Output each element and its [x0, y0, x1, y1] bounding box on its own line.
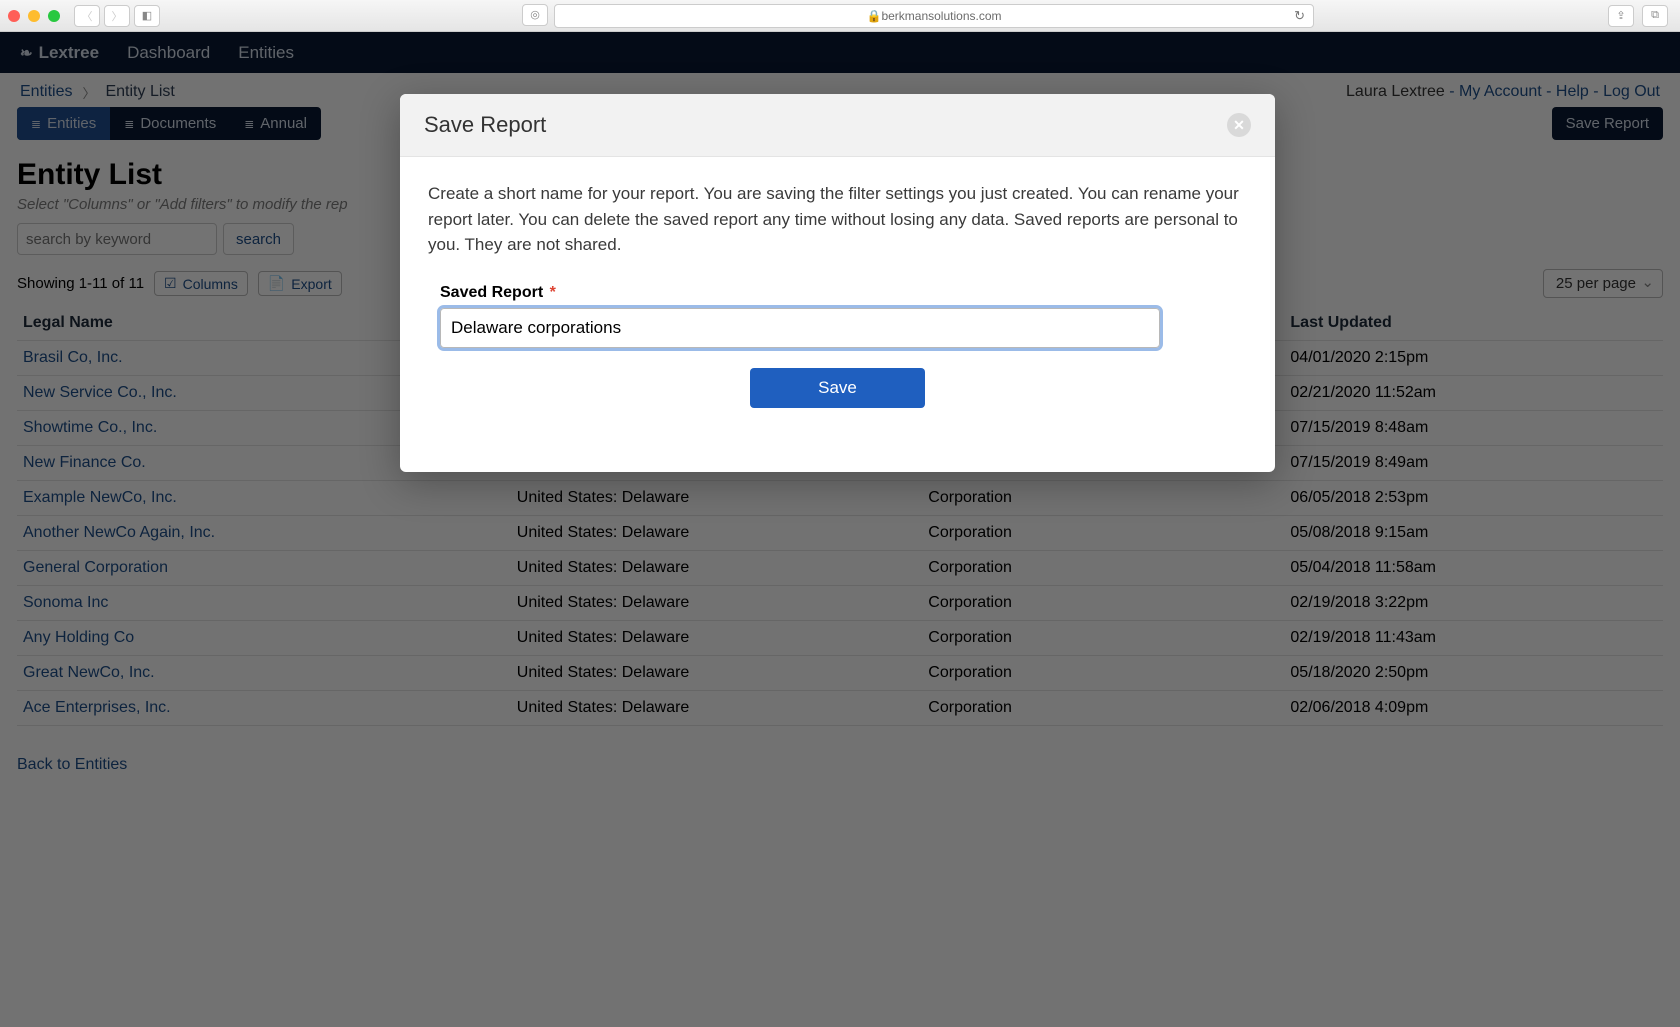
- reader-icon[interactable]: ◎: [522, 4, 548, 26]
- saved-report-input[interactable]: [440, 308, 1160, 348]
- reload-icon[interactable]: ↻: [1294, 8, 1305, 24]
- forward-button[interactable]: 〉: [104, 5, 130, 27]
- lock-icon: 🔒: [866, 9, 881, 23]
- modal-body: Create a short name for your report. You…: [400, 157, 1275, 472]
- app-root: ❧ Lextree Dashboard Entities Entities 〉 …: [0, 32, 1680, 1027]
- close-window-icon[interactable]: [8, 10, 20, 22]
- saved-report-label: Saved Report *: [440, 284, 1247, 302]
- tabs-icon[interactable]: ⧉: [1642, 5, 1668, 27]
- field-label-text: Saved Report: [440, 284, 543, 301]
- browser-chrome: 〈 〉 ◧ ◎ 🔒 berkmansolutions.com ↻ ⇪ ⧉: [0, 0, 1680, 32]
- back-button[interactable]: 〈: [74, 5, 100, 27]
- fullscreen-window-icon[interactable]: [48, 10, 60, 22]
- address-bar[interactable]: 🔒 berkmansolutions.com ↻: [554, 4, 1314, 28]
- modal-description: Create a short name for your report. You…: [428, 181, 1247, 258]
- share-icon[interactable]: ⇪: [1608, 5, 1634, 27]
- modal-header: Save Report ✕: [400, 94, 1275, 157]
- url-host: berkmansolutions.com: [881, 9, 1001, 23]
- save-button[interactable]: Save: [750, 368, 925, 408]
- save-report-modal: Save Report ✕ Create a short name for yo…: [400, 94, 1275, 472]
- close-icon[interactable]: ✕: [1227, 113, 1251, 137]
- minimize-window-icon[interactable]: [28, 10, 40, 22]
- required-marker: *: [550, 284, 556, 301]
- modal-title: Save Report: [424, 112, 546, 138]
- window-controls: [8, 10, 60, 22]
- sidebar-toggle-icon[interactable]: ◧: [134, 5, 160, 27]
